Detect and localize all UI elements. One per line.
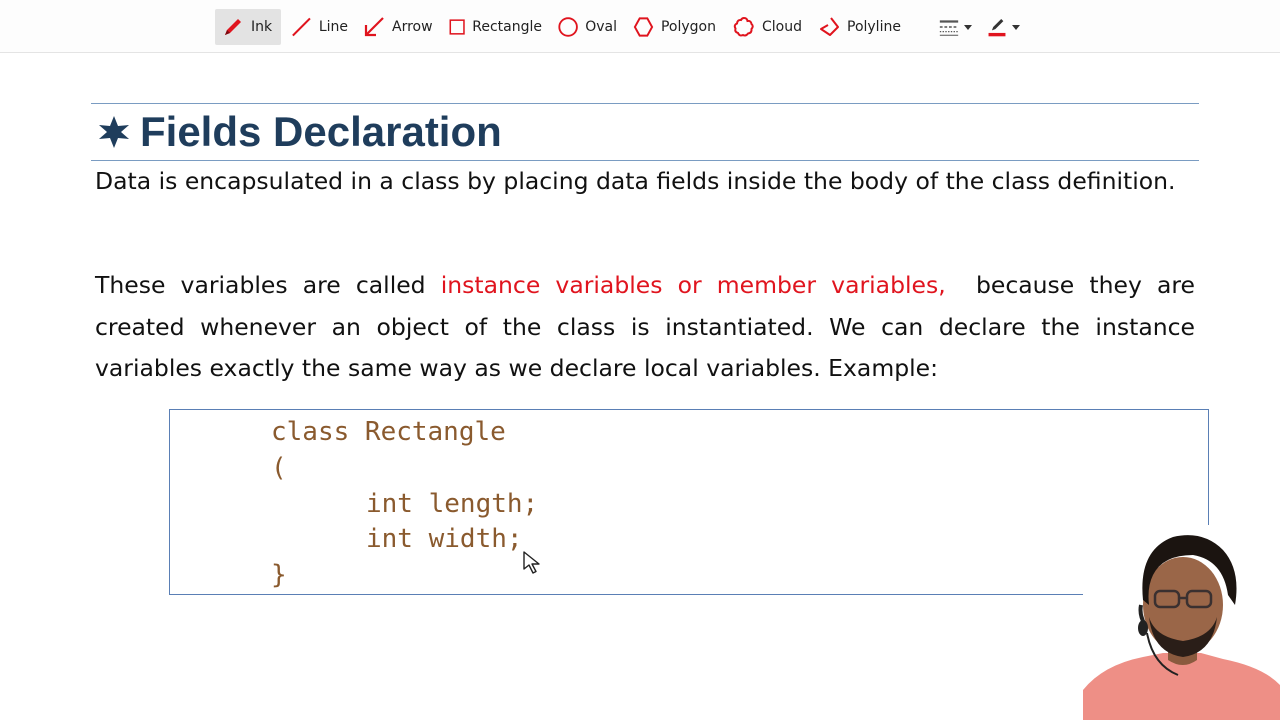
cloud-icon (733, 16, 754, 37)
polygon-icon (633, 17, 654, 37)
tool-label: Cloud (762, 19, 802, 35)
tool-polyline-button[interactable]: Polyline (811, 9, 907, 45)
annotation-toolbar: Ink Line Arrow Rectangle Oval Polygon Cl… (0, 0, 1280, 53)
paragraph-instance-variables: These variables are called instance vari… (95, 265, 1195, 390)
tool-polygon-button[interactable]: Polygon (626, 9, 722, 45)
paragraph-intro: Data is encapsulated in a class by placi… (95, 167, 1176, 195)
mouse-pointer-icon (523, 551, 540, 574)
code-line-5: } (271, 560, 287, 590)
arrow-icon (364, 17, 384, 37)
tool-oval-button[interactable]: Oval (551, 9, 623, 45)
rectangle-icon (449, 19, 465, 35)
line-style-dropdown[interactable] (932, 9, 978, 45)
line-icon (292, 17, 311, 37)
tool-rectangle-button[interactable]: Rectangle (442, 9, 548, 45)
para-text: These variables are called (95, 271, 441, 299)
tool-label: Polyline (847, 19, 901, 35)
code-line-1: class Rectangle (271, 417, 506, 447)
pen-color-icon (988, 18, 1006, 37)
chevron-down-icon (1012, 24, 1020, 30)
chevron-down-icon (964, 24, 972, 30)
code-line-3: int length; (366, 489, 539, 519)
highlight-text: instance variables or member variables, (440, 271, 946, 299)
tool-ink-button[interactable]: Ink (215, 9, 281, 45)
presenter-webcam (1083, 525, 1280, 720)
page-title: Fields Declaration (140, 108, 502, 155)
tool-label: Rectangle (472, 19, 542, 35)
pen-icon (225, 19, 241, 35)
code-example-box: class Rectangle ( int length; int width;… (169, 409, 1209, 595)
star-bullet-icon (99, 116, 129, 148)
tool-label: Oval (585, 19, 617, 35)
tool-label: Ink (251, 19, 273, 35)
tool-cloud-button[interactable]: Cloud (726, 9, 808, 45)
tool-label: Polygon (660, 19, 716, 35)
code-line-2: ( (271, 453, 287, 483)
presenter-image (1083, 525, 1280, 720)
oval-icon (558, 17, 578, 37)
color-dropdown[interactable] (980, 9, 1026, 45)
polyline-icon (820, 17, 839, 36)
line-style-icon (939, 20, 959, 36)
tool-label: Line (318, 19, 348, 35)
tool-label: Arrow (392, 19, 433, 35)
code-line-4: int width; (366, 524, 523, 554)
slide-title: Fields Declaration (98, 106, 502, 158)
tool-line-button[interactable]: Line (284, 9, 354, 45)
tool-arrow-button[interactable]: Arrow (356, 9, 440, 45)
slide-page: Ink Line Arrow Rectangle Oval Polygon Cl… (0, 0, 1280, 720)
title-rule-top (91, 103, 1199, 104)
